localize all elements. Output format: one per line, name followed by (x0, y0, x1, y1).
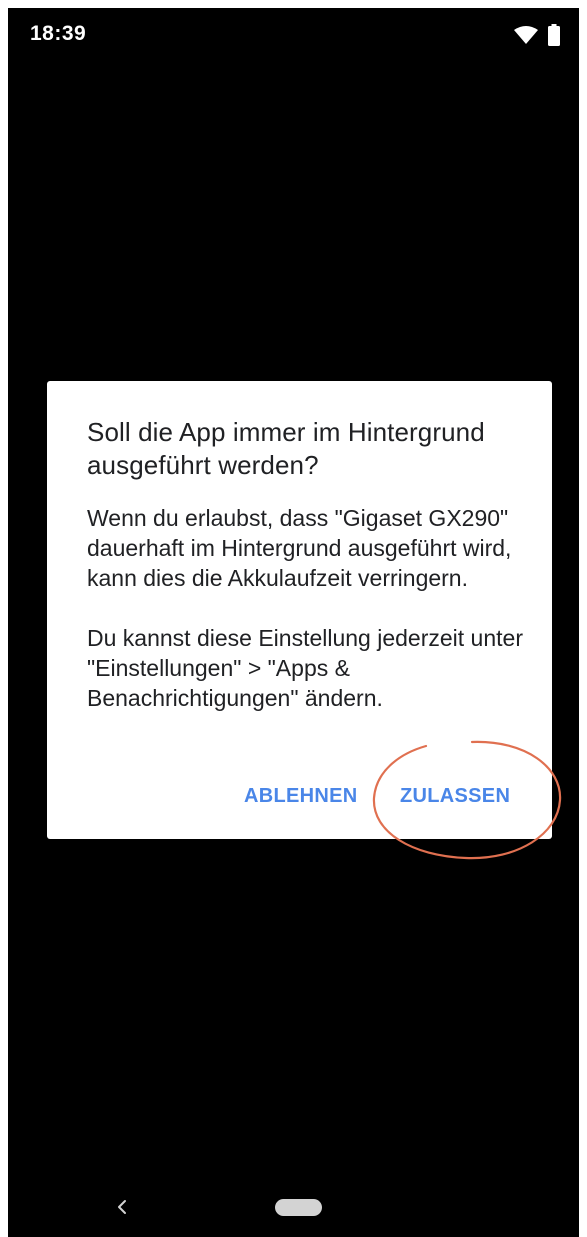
dialog-actions: ABLEHNEN ZULASSEN (47, 771, 552, 819)
battery-icon (548, 24, 560, 46)
dialog-body: Wenn du erlaubst, dass "Gigaset GX290" d… (87, 503, 537, 743)
status-time: 18:39 (30, 22, 87, 45)
home-pill-icon[interactable] (275, 1199, 322, 1216)
chevron-left-icon[interactable] (110, 1194, 132, 1220)
allow-button[interactable]: ZULASSEN (398, 781, 512, 812)
background-permission-dialog: Soll die App immer im Hintergrund ausgef… (47, 381, 552, 839)
phone-screen: 18:39 Soll die App immer im Hintergrund … (8, 8, 579, 1237)
dialog-message: Wenn du erlaubst, dass "Gigaset GX290" d… (87, 505, 512, 591)
status-bar: 18:39 (8, 8, 579, 62)
deny-button[interactable]: ABLEHNEN (242, 781, 360, 812)
wifi-icon (514, 26, 538, 44)
navigation-bar (8, 1178, 579, 1237)
dialog-settings-hint: Du kannst diese Einstellung jederzeit un… (87, 625, 523, 711)
dialog-title: Soll die App immer im Hintergrund ausgef… (87, 417, 485, 480)
